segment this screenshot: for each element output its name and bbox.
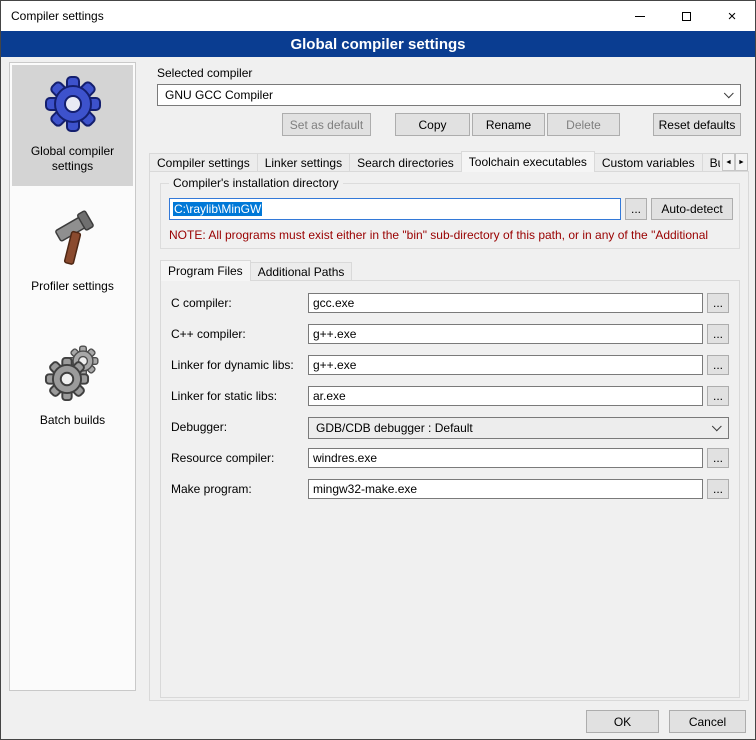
tab-scroll-right-button[interactable]: ► (735, 153, 748, 171)
sidebar-item-label: Profiler settings (31, 279, 114, 294)
minimize-icon (635, 16, 645, 17)
cpp-compiler-label: C++ compiler: (171, 327, 246, 341)
caption-buttons: × (617, 1, 755, 31)
tab-toolchain-executables[interactable]: Toolchain executables (461, 151, 595, 172)
debugger-dropdown[interactable]: GDB/CDB debugger : Default (308, 417, 729, 439)
program-files-panel: C compiler: ... C++ compiler: ... Linker… (160, 280, 740, 698)
batch-builds-icon (43, 342, 103, 404)
dynamic-linker-input[interactable] (308, 355, 703, 375)
resource-compiler-input[interactable] (308, 448, 703, 468)
delete-button[interactable]: Delete (547, 113, 620, 136)
global-compiler-gear-icon (43, 73, 103, 135)
c-compiler-input[interactable] (308, 293, 703, 313)
settings-tab-strip: Compiler settings Linker settings Search… (149, 151, 720, 172)
tab-build-options[interactable]: Buil (702, 153, 720, 172)
dynamic-linker-label: Linker for dynamic libs: (171, 358, 294, 372)
titlebar: Compiler settings × (1, 1, 755, 31)
chevron-down-icon (724, 88, 734, 98)
installation-directory-value: C:\raylib\MinGW (173, 202, 262, 216)
arrow-right-icon: ► (738, 159, 745, 166)
toolchain-subtab-strip: Program Files Additional Paths (160, 260, 352, 281)
profiler-icon (43, 208, 103, 270)
selected-compiler-label: Selected compiler (157, 66, 252, 80)
static-linker-label: Linker for static libs: (171, 389, 277, 403)
installation-directory-groupbox: Compiler's installation directory C:\ray… (160, 183, 740, 249)
dynamic-linker-browse-button[interactable]: ... (707, 355, 729, 375)
sidebar-item-global-compiler-settings[interactable]: Global compiler settings (12, 65, 133, 186)
close-icon: × (728, 9, 737, 24)
close-button[interactable]: × (709, 1, 755, 31)
debugger-value: GDB/CDB debugger : Default (316, 421, 473, 435)
installation-directory-input[interactable]: C:\raylib\MinGW (169, 198, 621, 220)
tab-scroll-left-button[interactable]: ◄ (722, 153, 735, 171)
sidebar-item-label: Batch builds (40, 413, 105, 428)
compiler-settings-dialog: Compiler settings × Global compiler sett… (0, 0, 756, 740)
copy-button[interactable]: Copy (395, 113, 470, 136)
static-linker-input[interactable] (308, 386, 703, 406)
resource-compiler-label: Resource compiler: (171, 451, 274, 465)
rename-button[interactable]: Rename (472, 113, 545, 136)
resource-compiler-browse-button[interactable]: ... (707, 448, 729, 468)
set-as-default-button[interactable]: Set as default (282, 113, 371, 136)
minimize-button[interactable] (617, 1, 663, 31)
sidebar-item-label: Global compiler settings (16, 144, 129, 174)
dialog-header: Global compiler settings (1, 31, 755, 57)
toolchain-executables-panel: Compiler's installation directory C:\ray… (149, 171, 749, 701)
dialog-header-title: Global compiler settings (290, 36, 465, 53)
static-linker-browse-button[interactable]: ... (707, 386, 729, 406)
maximize-icon (682, 12, 691, 21)
cpp-compiler-input[interactable] (308, 324, 703, 344)
maximize-button[interactable] (663, 1, 709, 31)
selected-compiler-value: GNU GCC Compiler (165, 88, 273, 102)
tab-compiler-settings[interactable]: Compiler settings (149, 153, 258, 172)
make-program-browse-button[interactable]: ... (707, 479, 729, 499)
reset-defaults-button[interactable]: Reset defaults (653, 113, 741, 136)
auto-detect-button[interactable]: Auto-detect (651, 198, 733, 220)
make-program-input[interactable] (308, 479, 703, 499)
arrow-left-icon: ◄ (725, 159, 732, 166)
installation-note-text: NOTE: All programs must exist either in … (169, 228, 739, 242)
cancel-button[interactable]: Cancel (669, 710, 746, 733)
tab-linker-settings[interactable]: Linker settings (257, 153, 350, 172)
debugger-label: Debugger: (171, 420, 227, 434)
installation-directory-label: Compiler's installation directory (169, 176, 343, 190)
c-compiler-browse-button[interactable]: ... (707, 293, 729, 313)
tab-custom-variables[interactable]: Custom variables (594, 153, 703, 172)
window-title: Compiler settings (1, 9, 104, 23)
make-program-label: Make program: (171, 482, 252, 496)
tab-search-directories[interactable]: Search directories (349, 153, 462, 172)
sidebar-item-batch-builds[interactable]: Batch builds (12, 334, 133, 440)
settings-category-sidebar: Global compiler settings Profiler settin… (9, 62, 136, 691)
cpp-compiler-browse-button[interactable]: ... (707, 324, 729, 344)
c-compiler-label: C compiler: (171, 296, 232, 310)
sidebar-item-profiler-settings[interactable]: Profiler settings (12, 200, 133, 306)
selected-compiler-dropdown[interactable]: GNU GCC Compiler (157, 84, 741, 106)
ok-button[interactable]: OK (586, 710, 659, 733)
subtab-additional-paths[interactable]: Additional Paths (250, 262, 353, 281)
installation-directory-browse-button[interactable]: ... (625, 198, 647, 220)
chevron-down-icon (712, 421, 722, 431)
subtab-program-files[interactable]: Program Files (160, 260, 251, 281)
